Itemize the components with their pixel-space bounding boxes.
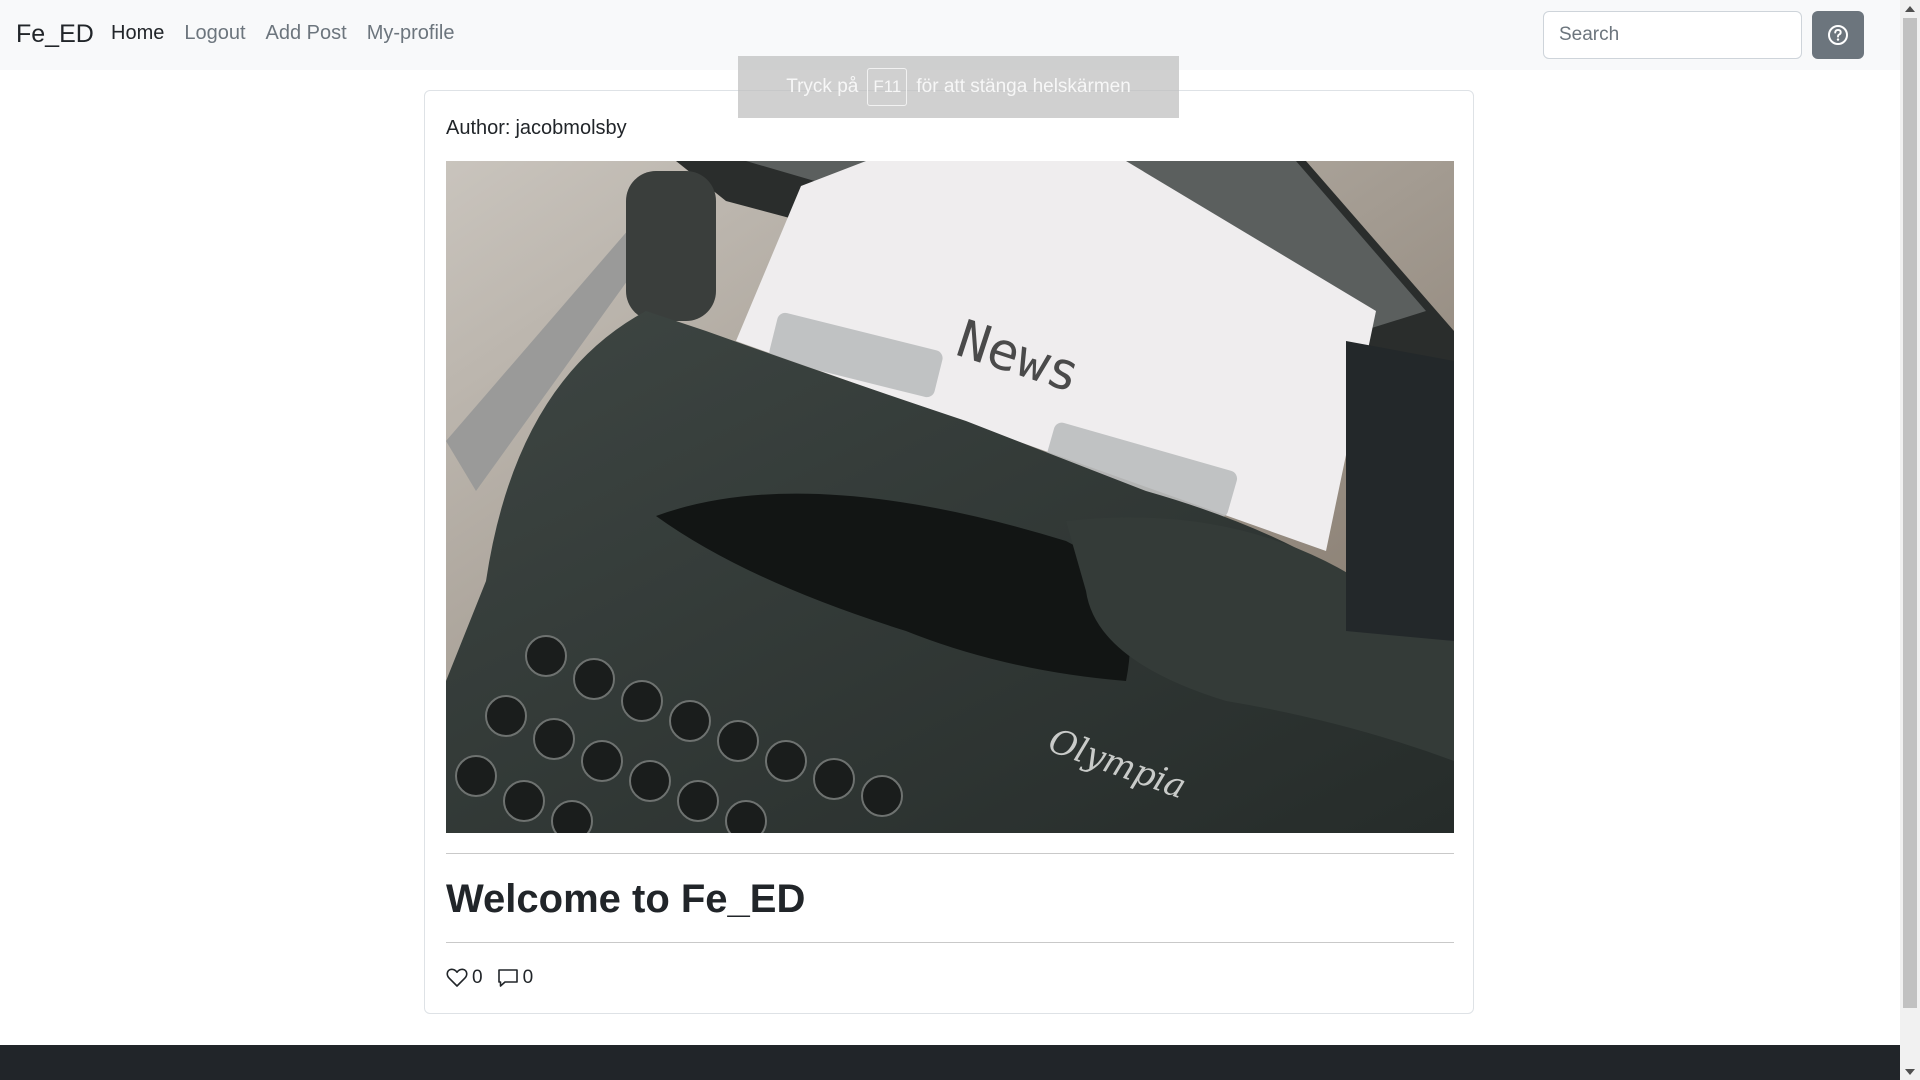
page-footer bbox=[0, 1045, 1900, 1080]
toast-text-after: för att stänga helskärmen bbox=[916, 76, 1131, 97]
comment-count: 0 bbox=[522, 967, 534, 988]
divider bbox=[446, 942, 1454, 943]
fullscreen-toast: Tryck på F11 för att stänga helskärmen bbox=[738, 56, 1179, 118]
post-card: Author: jacobmolsby News Olympia Welcome… bbox=[424, 90, 1474, 1014]
scrollbar-thumb[interactable] bbox=[1903, 18, 1917, 1008]
post-author: Author: jacobmolsby bbox=[446, 117, 627, 140]
nav-link-add-post[interactable]: Add Post bbox=[266, 22, 347, 45]
nav-links: Home Logout Add Post My-profile bbox=[111, 22, 475, 45]
nav-link-my-profile[interactable]: My-profile bbox=[367, 22, 455, 45]
scroll-up-arrow-icon[interactable] bbox=[1900, 0, 1920, 17]
toast-key: F11 bbox=[867, 68, 908, 106]
like-button[interactable]: 0 bbox=[446, 967, 483, 989]
comment-button[interactable]: 0 bbox=[497, 967, 534, 989]
vertical-scrollbar[interactable] bbox=[1900, 0, 1920, 1080]
typewriter-image: News Olympia bbox=[446, 161, 1454, 833]
help-button[interactable] bbox=[1812, 11, 1864, 59]
divider bbox=[446, 853, 1454, 854]
author-label: Author: bbox=[446, 117, 511, 139]
brand-logo-link[interactable]: Fe_ED bbox=[16, 20, 94, 49]
comment-icon bbox=[497, 969, 518, 987]
search-input[interactable] bbox=[1543, 11, 1802, 59]
nav-link-logout[interactable]: Logout bbox=[184, 22, 245, 45]
question-circle-icon bbox=[1828, 25, 1848, 45]
post-image: News Olympia bbox=[446, 161, 1454, 833]
scroll-down-arrow-icon[interactable] bbox=[1900, 1063, 1920, 1080]
author-name: jacobmolsby bbox=[515, 117, 627, 139]
post-title: Welcome to Fe_ED bbox=[446, 877, 806, 921]
nav-link-home[interactable]: Home bbox=[111, 22, 164, 45]
like-count: 0 bbox=[472, 967, 483, 988]
heart-icon bbox=[446, 968, 468, 987]
toast-text-before: Tryck på bbox=[786, 76, 859, 97]
post-actions: 0 0 bbox=[446, 967, 547, 989]
